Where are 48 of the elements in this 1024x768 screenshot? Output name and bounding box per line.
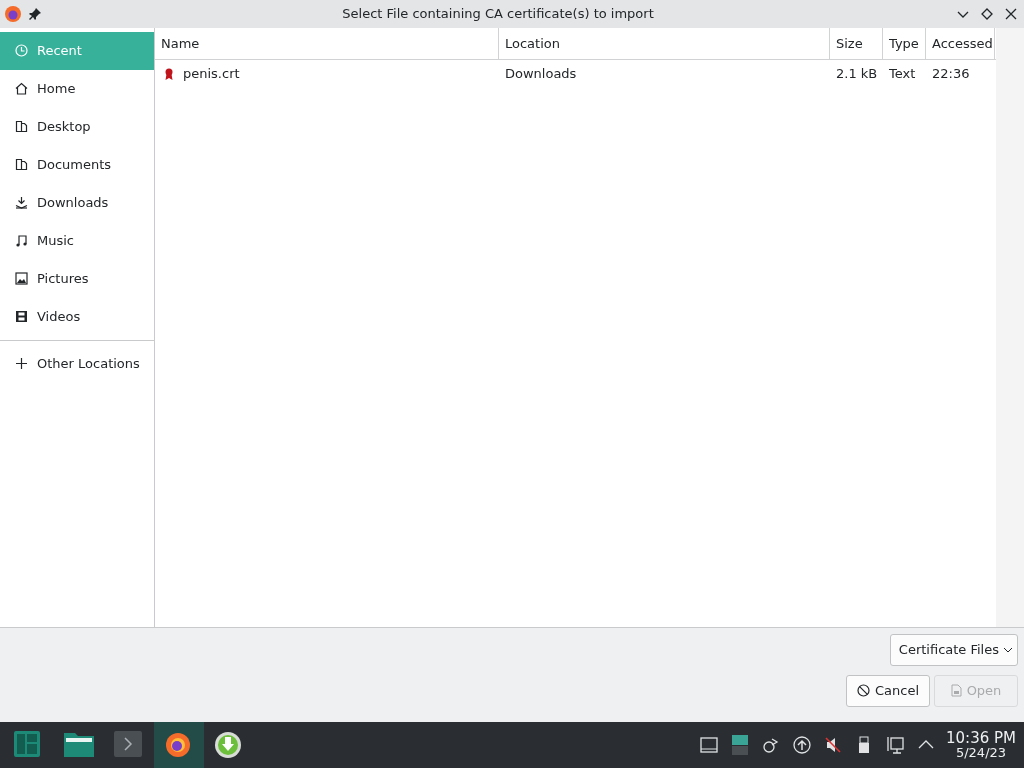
column-header[interactable]: Accessed bbox=[926, 27, 995, 59]
documents-icon bbox=[15, 120, 28, 134]
plus-icon bbox=[15, 357, 28, 371]
sidebar-item[interactable]: Music bbox=[0, 221, 154, 260]
network-icon[interactable] bbox=[885, 735, 905, 755]
cancel-button[interactable]: Cancel bbox=[846, 674, 930, 707]
table-cell-text: Text bbox=[888, 65, 917, 84]
image-icon bbox=[15, 272, 28, 286]
table-cell-text: 22:36 bbox=[931, 65, 971, 84]
table-cell-text: Downloads bbox=[504, 65, 578, 84]
scrollbar-track[interactable] bbox=[996, 27, 1024, 627]
sidebar-item[interactable]: Videos bbox=[0, 297, 154, 336]
sidebar-item[interactable]: Documents bbox=[0, 145, 154, 184]
table-cell-text: 2.1 kB bbox=[835, 65, 879, 84]
house-icon bbox=[15, 82, 28, 96]
ribbon-icon bbox=[165, 67, 173, 80]
sidebar-item[interactable]: Home bbox=[0, 69, 154, 108]
document-icon bbox=[950, 684, 962, 698]
music-icon bbox=[15, 234, 28, 248]
sidebar-item[interactable]: Downloads bbox=[0, 183, 154, 222]
muted-speaker-icon[interactable] bbox=[823, 735, 843, 755]
download-icon bbox=[15, 196, 28, 210]
sidebar-item[interactable]: Pictures bbox=[0, 259, 154, 298]
sidebar-item[interactable]: Other Locations bbox=[0, 344, 154, 383]
upload-icon[interactable] bbox=[792, 735, 812, 755]
column-header[interactable]: Type bbox=[883, 27, 926, 59]
column-header[interactable]: Size bbox=[830, 27, 883, 59]
close-icon[interactable] bbox=[1005, 7, 1017, 20]
documents-icon bbox=[15, 158, 28, 172]
column-header[interactable]: Location bbox=[499, 27, 830, 59]
terminal-icon bbox=[114, 731, 144, 759]
window-icon[interactable] bbox=[699, 735, 719, 755]
cancel-icon bbox=[856, 684, 870, 698]
column-header[interactable]: Name bbox=[155, 27, 499, 59]
file-name[interactable]: penis.crt bbox=[183, 66, 240, 82]
sidebar-item[interactable]: Desktop bbox=[0, 107, 154, 146]
download-icon bbox=[214, 731, 244, 759]
window-title: Select File containing CA certificate(s) to import bbox=[341, 6, 655, 22]
clock-time[interactable]: 10:36 PM bbox=[946, 731, 1016, 746]
clock-icon bbox=[15, 44, 28, 58]
folder-icon bbox=[64, 731, 94, 759]
film-icon bbox=[15, 310, 28, 324]
pin-icon[interactable] bbox=[28, 6, 42, 21]
desktops-icon[interactable] bbox=[730, 735, 750, 755]
maximize-icon[interactable] bbox=[981, 7, 993, 20]
filter-dropdown[interactable]: Certificate Files bbox=[889, 633, 1018, 666]
browser-icon bbox=[4, 4, 22, 23]
clock-date[interactable]: 5/24/23 bbox=[955, 746, 1007, 759]
